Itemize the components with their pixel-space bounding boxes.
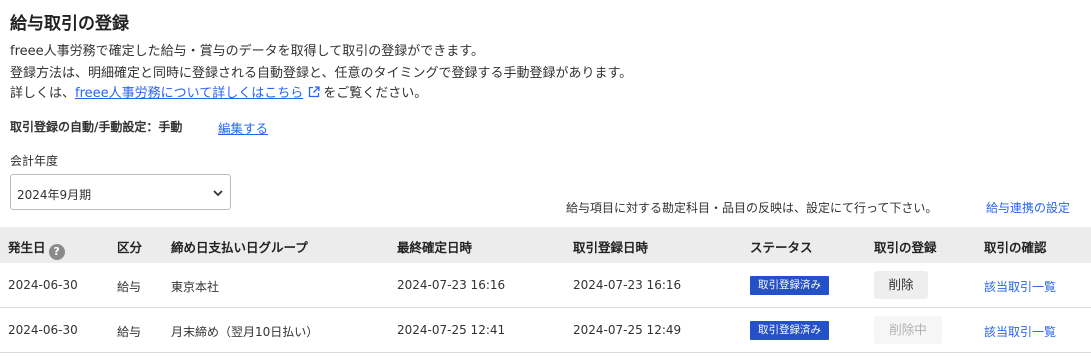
deleting-button[interactable]: 削除中: [874, 316, 942, 344]
header-category: 区分: [117, 240, 143, 255]
chevron-down-icon: [212, 187, 224, 199]
transaction-list-link[interactable]: 該当取引一覧: [984, 323, 1056, 340]
description-line-3: 詳しくは、freee人事労務について詳しくはこちら をご覧ください。: [10, 82, 427, 101]
description-line-1: freee人事労務で確定した給与・賞与のデータを取得して取引の登録ができます。: [10, 44, 484, 59]
fiscal-year-label: 会計年度: [10, 154, 59, 168]
table-row: 2024-06-30 給与 東京本社 2024-07-23 16:16 2024…: [0, 263, 1091, 308]
external-link-icon: [308, 86, 320, 98]
header-registered: 取引登録日時: [573, 240, 649, 255]
cell-date: 2024-06-30: [8, 278, 78, 292]
registration-mode-setting: 取引登録の自動/手動設定：手動: [10, 120, 183, 134]
status-badge: 取引登録済み: [750, 321, 829, 340]
delete-button[interactable]: 削除: [874, 271, 928, 299]
header-confirmation: 取引の確認: [984, 240, 1047, 255]
description-suffix: をご覧ください。: [323, 86, 428, 101]
page-title: 給与取引の登録: [10, 14, 129, 34]
cell-category: 給与: [117, 325, 142, 339]
cell-final-confirmed: 2024-07-25 12:41: [397, 323, 506, 337]
cell-registered: 2024-07-23 16:16: [573, 278, 682, 292]
header-registration: 取引の登録: [874, 240, 937, 255]
cell-group: 東京本社: [171, 280, 220, 294]
header-status: ステータス: [750, 240, 813, 255]
hr-help-link[interactable]: freee人事労務について詳しくはこちら: [75, 86, 303, 101]
table-header: 発生日? 区分 締め日支払い日グループ 最終確定日時 取引登録日時 ステータス …: [0, 227, 1091, 263]
fiscal-year-select[interactable]: 2024年9月期: [10, 174, 231, 210]
fiscal-year-value: 2024年9月期: [17, 188, 92, 202]
status-badge: 取引登録済み: [750, 276, 829, 295]
description-line-2: 登録方法は、明細確定と同時に登録される自動登録と、任意のタイミングで登録する手動…: [10, 66, 633, 81]
payroll-sync-settings-link[interactable]: 給与連携の設定: [986, 199, 1070, 216]
header-group: 締め日支払い日グループ: [171, 240, 308, 255]
description-prefix: 詳しくは、: [10, 86, 76, 101]
cell-group: 月末締め（翌月10日払い）: [171, 325, 319, 339]
header-final-confirmed: 最終確定日時: [397, 240, 473, 255]
cell-category: 給与: [117, 280, 142, 294]
header-date: 発生日?: [8, 237, 65, 260]
table-row: 2024-06-30 給与 月末締め（翌月10日払い） 2024-07-25 1…: [0, 308, 1091, 353]
cell-registered: 2024-07-25 12:49: [573, 323, 682, 337]
edit-setting-link[interactable]: 編集する: [218, 118, 268, 137]
account-mapping-note: 給与項目に対する勘定科目・品目の反映は、設定にて行って下さい。: [566, 201, 938, 215]
transaction-list-link[interactable]: 該当取引一覧: [984, 278, 1056, 295]
help-icon[interactable]: ?: [48, 244, 65, 260]
cell-date: 2024-06-30: [8, 323, 78, 337]
cell-final-confirmed: 2024-07-23 16:16: [397, 278, 506, 292]
